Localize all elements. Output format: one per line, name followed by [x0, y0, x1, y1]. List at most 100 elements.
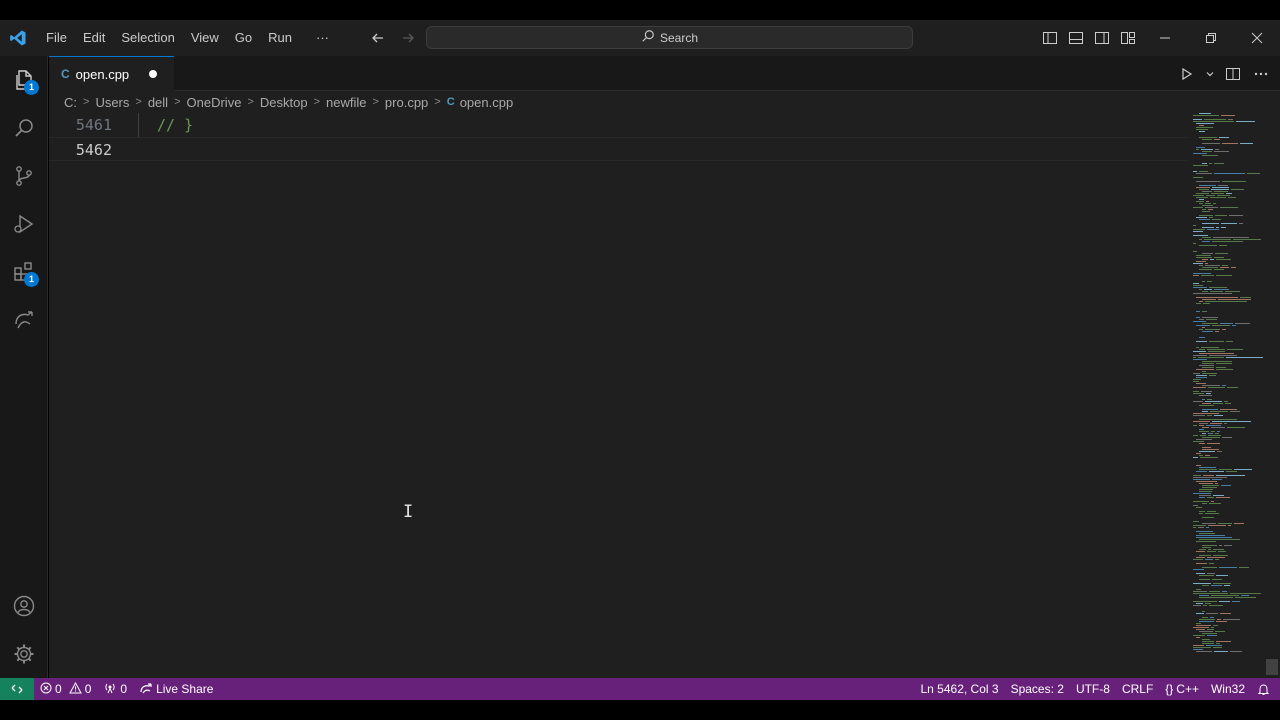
- more-actions-icon[interactable]: [1250, 63, 1272, 85]
- ports-indicator[interactable]: 0: [97, 678, 133, 700]
- breadcrumb-item[interactable]: Desktop: [260, 95, 308, 110]
- breadcrumb-item[interactable]: newfile: [326, 95, 366, 110]
- platform-config[interactable]: Win32: [1205, 678, 1251, 700]
- minimap-line: [1196, 377, 1207, 378]
- minimap-line: [1221, 115, 1235, 116]
- minimap-line: [1214, 257, 1224, 258]
- breadcrumb-item[interactable]: C:: [64, 95, 77, 110]
- code-line-current[interactable]: 5462: [49, 137, 1189, 161]
- menu-more[interactable]: ···: [308, 26, 337, 50]
- warning-icon: [68, 681, 82, 697]
- toggle-panel-icon[interactable]: [1066, 28, 1086, 48]
- menu-selection[interactable]: Selection: [113, 26, 182, 50]
- search-view-icon[interactable]: [0, 104, 48, 152]
- minimap-line: [1196, 383, 1206, 384]
- scrollbar-thumb[interactable]: [1266, 659, 1278, 675]
- run-dropdown-chevron-icon[interactable]: [1204, 63, 1216, 85]
- customize-layout-icon[interactable]: [1118, 28, 1138, 48]
- minimap-line: [1202, 299, 1216, 300]
- problems-indicator[interactable]: 0 0: [34, 678, 97, 700]
- minimap-line: [1193, 229, 1205, 230]
- close-icon[interactable]: [1234, 20, 1280, 56]
- run-debug-icon[interactable]: [0, 200, 48, 248]
- minimap-line: [1199, 289, 1202, 290]
- minimap-line: [1202, 163, 1207, 164]
- minimap-line: [1202, 155, 1218, 156]
- toggle-primary-sidebar-icon[interactable]: [1040, 28, 1060, 48]
- minimap-line: [1199, 423, 1208, 424]
- forward-arrow-icon[interactable]: [396, 26, 420, 50]
- split-editor-icon[interactable]: [1222, 63, 1244, 85]
- manage-gear-icon[interactable]: [0, 630, 48, 678]
- explorer-icon[interactable]: 1: [0, 56, 48, 104]
- notifications-bell-icon[interactable]: [1251, 678, 1276, 700]
- menu-file[interactable]: File: [38, 26, 75, 50]
- minimap-line: [1193, 225, 1196, 226]
- toggle-secondary-sidebar-icon[interactable]: [1092, 28, 1112, 48]
- minimap-line: [1216, 621, 1227, 622]
- minimap-line: [1233, 239, 1261, 240]
- minimap-line: [1199, 489, 1213, 490]
- remote-indicator-icon[interactable]: [0, 678, 34, 700]
- minimap[interactable]: [1191, 113, 1267, 673]
- command-center-search[interactable]: Search: [426, 26, 913, 49]
- minimap-line: [1193, 559, 1203, 560]
- minimap-line: [1193, 275, 1199, 276]
- menu-view[interactable]: View: [183, 26, 227, 50]
- restore-icon[interactable]: [1188, 20, 1234, 56]
- minimap-line: [1199, 533, 1215, 534]
- minimap-line: [1202, 311, 1207, 312]
- live-share-button[interactable]: Live Share: [133, 678, 219, 700]
- minimap-line: [1210, 617, 1214, 618]
- minimap-line: [1212, 325, 1230, 326]
- unsaved-dot-icon[interactable]: [149, 70, 158, 78]
- minimap-line: [1224, 423, 1227, 424]
- run-file-icon[interactable]: [1176, 63, 1198, 85]
- menu-edit[interactable]: Edit: [75, 26, 113, 50]
- code-line[interactable]: 5461 // }: [49, 113, 1189, 137]
- breadcrumb-item[interactable]: OneDrive: [187, 95, 242, 110]
- minimap-line: [1223, 619, 1240, 620]
- encoding[interactable]: UTF-8: [1070, 678, 1116, 700]
- breadcrumb-item[interactable]: dell: [148, 95, 168, 110]
- line-ending[interactable]: CRLF: [1116, 678, 1159, 700]
- minimap-line: [1193, 591, 1207, 592]
- minimap-line: [1216, 641, 1231, 642]
- cpp-file-icon: C: [61, 67, 70, 81]
- remote-explorer-icon[interactable]: [0, 296, 48, 344]
- minimap-line: [1199, 429, 1204, 430]
- minimap-line: [1193, 115, 1219, 116]
- cursor-position[interactable]: Ln 5462, Col 3: [915, 678, 1005, 700]
- accounts-icon[interactable]: [0, 582, 48, 630]
- minimap-line: [1199, 349, 1205, 350]
- minimap-line: [1202, 487, 1217, 488]
- source-control-icon[interactable]: [0, 152, 48, 200]
- minimap-line: [1202, 517, 1214, 518]
- indentation[interactable]: Spaces: 2: [1005, 678, 1070, 700]
- chevron-right-icon: >: [434, 96, 441, 108]
- minimap-line: [1211, 193, 1224, 194]
- minimap-line: [1202, 151, 1212, 152]
- ports-count: 0: [120, 682, 128, 696]
- minimap-line: [1196, 347, 1199, 348]
- minimap-line: [1199, 405, 1214, 406]
- minimap-line: [1193, 457, 1198, 458]
- vertical-scrollbar[interactable]: [1265, 113, 1279, 678]
- tab-open-cpp[interactable]: C open.cpp: [49, 56, 174, 91]
- back-arrow-icon[interactable]: [366, 26, 390, 50]
- minimap-line: [1212, 187, 1229, 188]
- breadcrumb-item[interactable]: pro.cpp: [385, 95, 428, 110]
- minimap-line: [1193, 415, 1205, 416]
- menu-run[interactable]: Run: [260, 26, 300, 50]
- minimap-line: [1207, 635, 1217, 636]
- breadcrumb-item[interactable]: open.cpp: [460, 95, 514, 110]
- minimap-line: [1196, 531, 1213, 532]
- breadcrumb-item[interactable]: Users: [95, 95, 129, 110]
- menu-go[interactable]: Go: [227, 26, 260, 50]
- minimap-line: [1193, 401, 1203, 402]
- extensions-icon[interactable]: 1: [0, 248, 48, 296]
- code-editor[interactable]: 5461 // } 5462: [49, 113, 1189, 673]
- language-mode[interactable]: {} C++: [1159, 678, 1205, 700]
- minimize-icon[interactable]: [1142, 20, 1188, 56]
- minimap-line: [1206, 645, 1222, 646]
